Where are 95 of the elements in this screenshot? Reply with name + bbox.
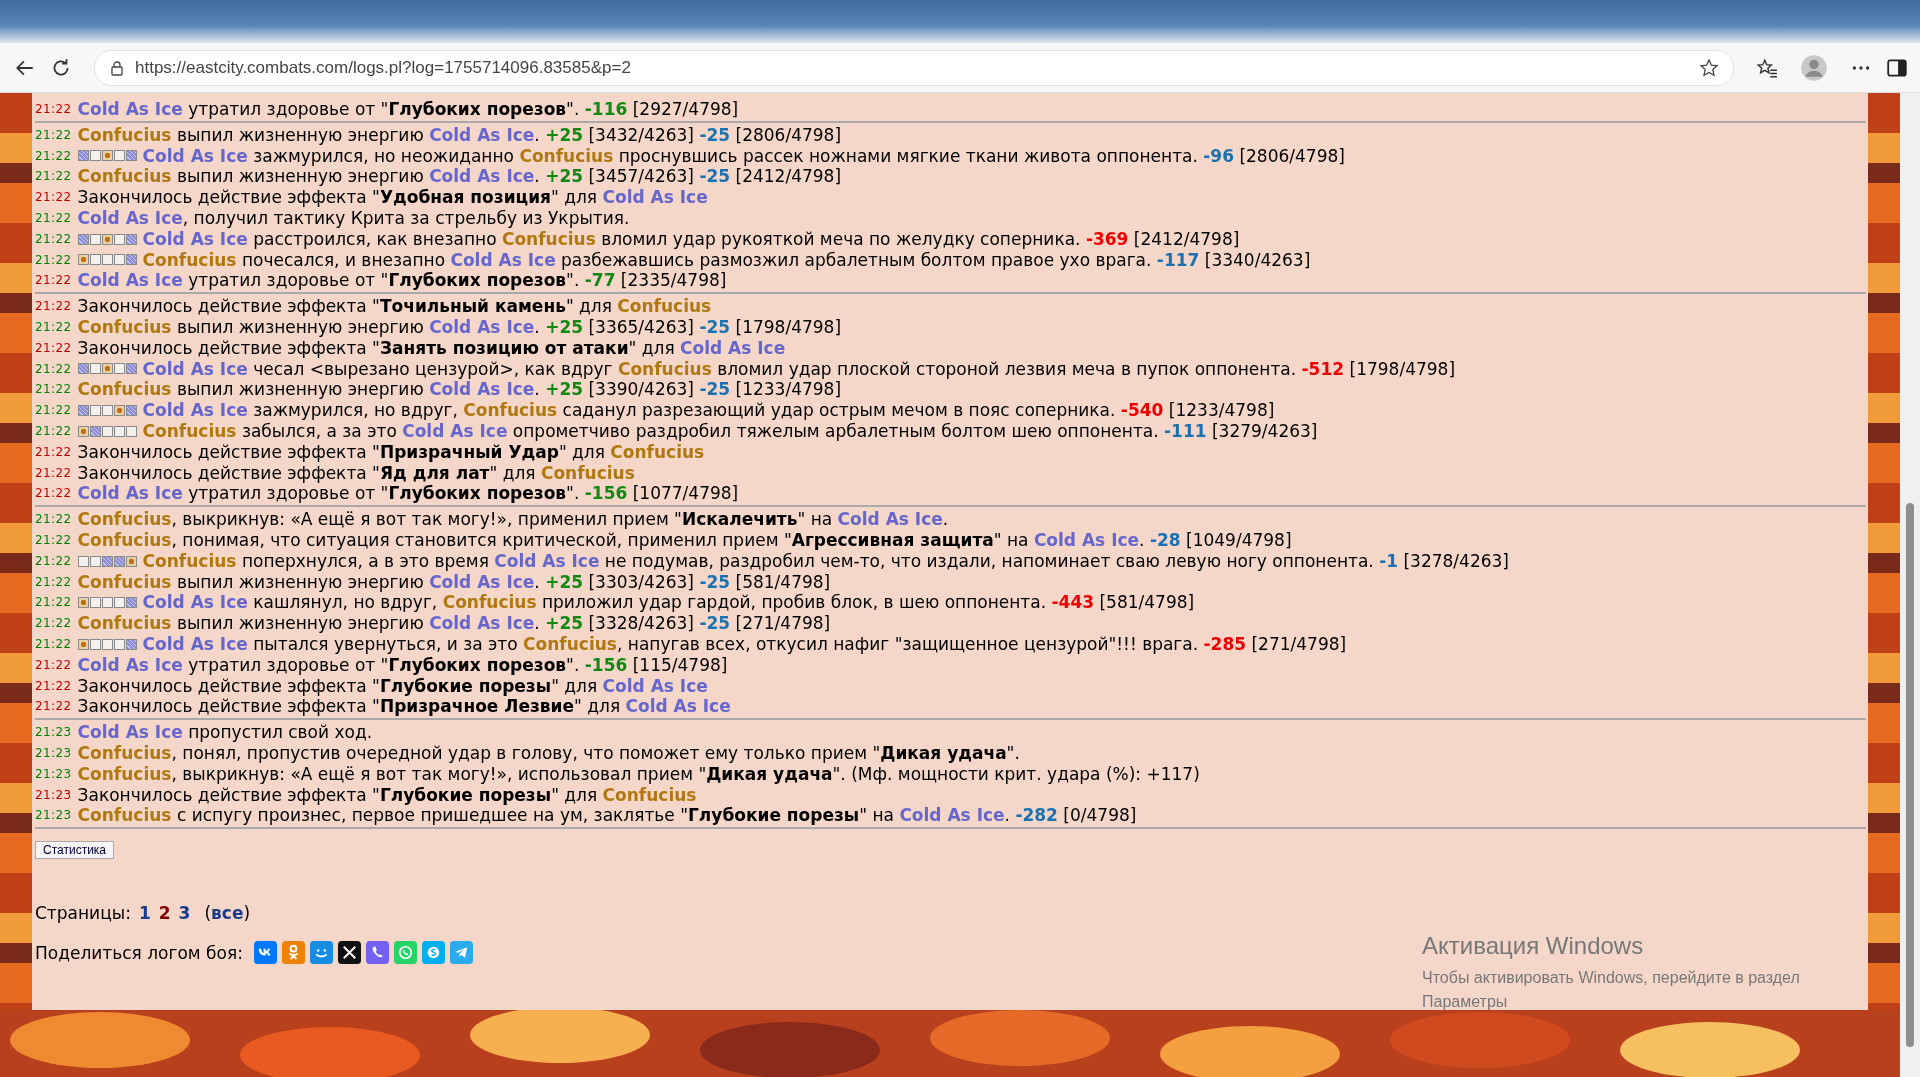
log-entry: Confucius выпил жизненную энергию Cold As Ice. +25 [3365/4263] -25 [1798/4798] bbox=[77, 316, 842, 338]
hit-zones-icon bbox=[77, 405, 137, 417]
log-time: 21:22 bbox=[35, 298, 72, 316]
log-time: 21:22 bbox=[35, 101, 72, 118]
hit-zones-icon bbox=[77, 233, 137, 245]
log-entry: Confucius, выкрикнув: «А ещё я вот так могу!», использовал прием "Дикая удача". (Мф. мощности крит. удара (%): +117) bbox=[77, 763, 1200, 785]
log-time: 21:22 bbox=[35, 272, 72, 290]
log-time: 21:22 bbox=[35, 360, 72, 378]
pages-label: Страницы: bbox=[35, 903, 131, 924]
log-entry: Confucius поперхнулся, а в это время Cold As Ice не подумав, раздробил чем-то, что издали, напоминает сваю левую ногу оппонента. -1 [3278/4263] bbox=[142, 550, 1509, 572]
activation-hint: Чтобы активировать Windows, перейдите в раздел Параметры bbox=[1422, 968, 1801, 1012]
page-link[interactable]: 1 bbox=[138, 903, 151, 924]
log-entry: Cold As Ice утратил здоровье от "Глубоких порезов". -156 [115/4798] bbox=[77, 654, 728, 676]
log-entry: Cold As Ice, получил тактику Крита за стрельбу из Укрытия. bbox=[77, 208, 630, 229]
log-entry: Cold As Ice пропустил свой ход. bbox=[77, 722, 373, 743]
hit-zones-icon bbox=[77, 425, 137, 437]
log-time: 21:22 bbox=[35, 210, 72, 227]
log-time: 21:22 bbox=[35, 230, 72, 248]
log-entry: Confucius выпил жизненную энергию Cold As Ice. +25 [3432/4263] -25 [2806/4798] bbox=[77, 124, 842, 146]
log-entry: Confucius выпил жизненную энергию Cold As Ice. +25 [3303/4263] -25 [581/4798] bbox=[77, 571, 831, 593]
activation-title: Активация Windows bbox=[1422, 932, 1645, 960]
log-time: 21:22 bbox=[35, 552, 72, 570]
log-entry: Cold As Ice зажмурился, но вдруг, Confucius саданул разрезающий удар острым мечом в пояс соперника. -540 [1233/4798] bbox=[142, 400, 1275, 421]
url-text[interactable]: https://eastcity.combats.com/logs.pl?log=1755714096.83585&p=2 bbox=[135, 57, 1689, 78]
log-entry: Cold As Ice расстроился, как внезапно Confucius вломил удар рукояткой меча по желудку соперника. -369 [2412/4798] bbox=[142, 228, 1240, 250]
log-time: 21:23 bbox=[35, 786, 72, 804]
log-time: 21:22 bbox=[35, 443, 72, 461]
log-entry: Cold As Ice утратил здоровье от "Глубоких порезов". -156 [1077/4798] bbox=[77, 483, 739, 505]
log-time: 21:22 bbox=[35, 251, 72, 269]
log-time: 21:22 bbox=[35, 635, 72, 653]
log-entry: Закончилось действие эффекта "Призрачный Удар" для Confucius bbox=[77, 441, 705, 463]
log-time: 21:22 bbox=[35, 615, 72, 633]
hit-zones-icon bbox=[77, 150, 137, 162]
log-time: 21:23 bbox=[35, 724, 72, 742]
log-time: 21:22 bbox=[35, 126, 72, 144]
log-entry: Закончилось действие эффекта "Удобная позиция" для Cold As Ice bbox=[77, 187, 708, 208]
log-entry: Закончилось действие эффекта "Занять позицию от атаки" для Cold As Ice bbox=[77, 337, 786, 359]
log-entry: Confucius забылся, а за это Cold As Ice опрометчиво раздробил тяжелым арбалетным болтом шею оппонента. -111 [3279/4263] bbox=[142, 420, 1318, 442]
scrollbar[interactable] bbox=[1900, 93, 1920, 1077]
log-time: 21:23 bbox=[35, 765, 72, 783]
log-time: 21:22 bbox=[35, 485, 72, 503]
log-time: 21:22 bbox=[35, 381, 72, 399]
log-time: 21:22 bbox=[35, 318, 72, 336]
log-time: 21:22 bbox=[35, 698, 72, 716]
log-time: 21:22 bbox=[35, 402, 72, 420]
log-time: 21:22 bbox=[35, 594, 72, 612]
lock-icon[interactable] bbox=[109, 59, 125, 76]
log-time: 21:22 bbox=[35, 422, 72, 440]
log-time: 21:22 bbox=[35, 511, 72, 529]
log-entry: Cold As Ice пытался увернуться, и за это Confucius, напугав всех, откусил нафиг "защищенное цензурой"!!! врага. -285 [271/4798] bbox=[142, 633, 1347, 655]
log-entry: Cold As Ice кашлянул, но вдруг, Confucius приложил удар гардой, пробив блок, в шею оппонента. -443 [581/4798] bbox=[142, 592, 1195, 614]
log-entry: Confucius выпил жизненную энергию Cold As Ice. +25 [3457/4263] -25 [2412/4798] bbox=[77, 166, 842, 188]
page-link[interactable]: 3 bbox=[178, 903, 191, 924]
log-time: 21:22 bbox=[35, 656, 72, 674]
log-entry: Cold As Ice утратил здоровье от "Глубоких порезов". -77 [2335/4798] bbox=[77, 270, 727, 292]
log-entry: Закончилось действие эффекта "Призрачное Лезвие" для Cold As Ice bbox=[77, 696, 731, 718]
log-entry: Confucius почесался, и внезапно Cold As Ice разбежавшись размозжил арбалетным болтом правое ухо врага. -117 [3340/4263] bbox=[142, 249, 1311, 271]
log-entry: Confucius, понимая, что ситуация становится критической, применил прием "Агрессивная защита" на Cold As Ice. -28 [1049/4798] bbox=[77, 529, 1292, 551]
log-time: 21:22 bbox=[35, 531, 72, 549]
log-entry: Cold As Ice утратил здоровье от "Глубоких порезов". -116 [2927/4798] bbox=[77, 99, 739, 120]
hit-zones-icon bbox=[77, 363, 137, 375]
hit-zones-icon bbox=[77, 555, 137, 567]
address-bar[interactable]: https://eastcity.combats.com/logs.pl?log=1755714096.83585&p=2 bbox=[94, 49, 1734, 86]
log-entry: Confucius, выкрикнув: «А ещё я вот так могу!», применил прием "Искалечить" на Cold As Ice. bbox=[77, 509, 949, 530]
sidebar-icon[interactable] bbox=[1886, 56, 1908, 79]
share-icon[interactable] bbox=[337, 941, 361, 965]
log-entry: Confucius с испугу произнес, первое пришедшее на ум, заклятье "Глубокие порезы" на Cold As Ice. -282 [0/4798] bbox=[77, 805, 1137, 827]
log-time: 21:22 bbox=[35, 677, 72, 695]
log-entry: Confucius, понял, пропустив очередной удар в голову, что поможет ему только прием "Дикая удача". bbox=[77, 742, 1020, 764]
statistics-button[interactable]: Статистика bbox=[35, 841, 115, 860]
log-time: 21:22 bbox=[35, 189, 72, 207]
log-entry: Cold As Ice зажмурился, но неожиданно Confucius проснувшись рассек ножнами мягкие ткани живота оппонента. -96 [2806/4798] bbox=[142, 145, 1345, 167]
log-time: 21:22 bbox=[35, 147, 72, 165]
star-icon[interactable] bbox=[1699, 57, 1719, 78]
log-entry: Закончилось действие эффекта "Глубокие порезы" для Confucius bbox=[77, 784, 697, 806]
page-link[interactable]: 2 bbox=[158, 903, 171, 924]
favorites-icon[interactable] bbox=[1756, 56, 1778, 79]
log-time: 21:22 bbox=[35, 464, 72, 482]
hit-zones-icon bbox=[77, 597, 137, 609]
log-time: 21:23 bbox=[35, 807, 72, 825]
log-entry: Confucius выпил жизненную энергию Cold As Ice. +25 [3390/4263] -25 [1233/4798] bbox=[77, 379, 842, 401]
log-entry: Закончилось действие эффекта "Точильный камень" для Confucius bbox=[77, 296, 712, 317]
profile-icon[interactable] bbox=[1800, 53, 1828, 82]
share-label: Поделиться логом боя: bbox=[35, 942, 243, 963]
log-entry: Закончилось действие эффекта "Глубокие порезы" для Cold As Ice bbox=[77, 675, 708, 697]
log-time: 21:22 bbox=[35, 339, 72, 357]
log-entry: Confucius выпил жизненную энергию Cold As Ice. +25 [3328/4263] -25 [271/4798] bbox=[77, 613, 831, 634]
log-entry: Cold As Ice чесал <вырезано цензурой>, как вдруг Confucius вломил удар плоской стороной лезвия меча в пупок оппонента. -512 [1798/4798] bbox=[142, 358, 1456, 380]
log-time: 21:22 bbox=[35, 168, 72, 186]
log-time: 21:23 bbox=[35, 744, 72, 762]
log-time: 21:22 bbox=[35, 573, 72, 591]
hit-zones-icon bbox=[77, 254, 137, 266]
all-pages-link[interactable]: (все) bbox=[204, 903, 251, 924]
hit-zones-icon bbox=[77, 638, 137, 650]
log-entry: Закончилось действие эффекта "Яд для лат" для Confucius bbox=[77, 462, 635, 484]
